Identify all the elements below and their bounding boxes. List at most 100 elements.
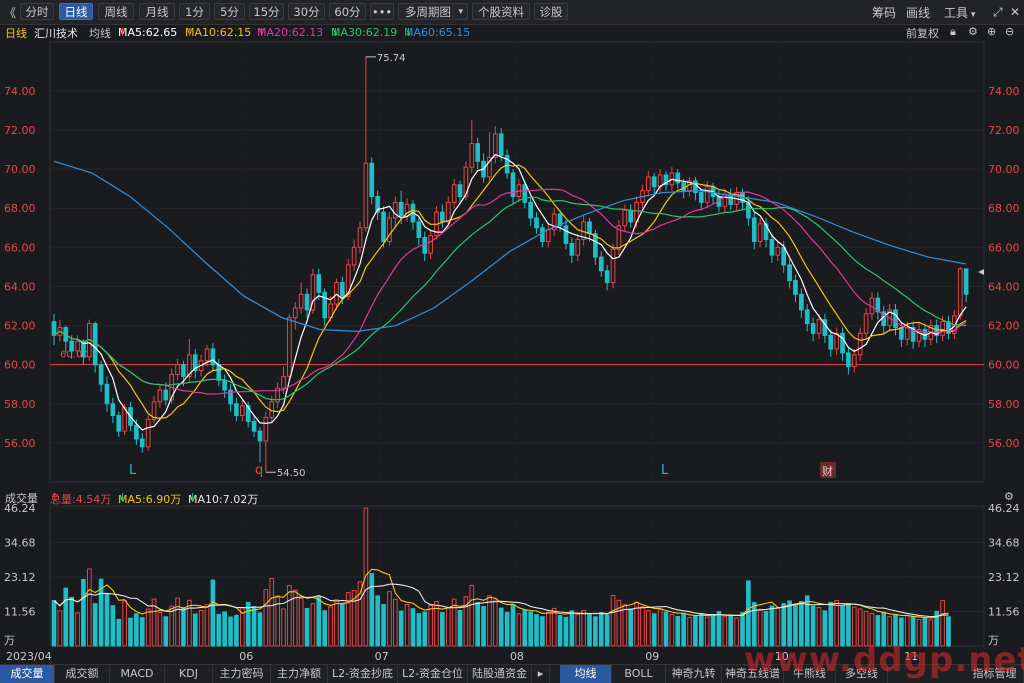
price-tick-label-left: 56.00 [4, 437, 36, 450]
arrow-down-icon: ↓ [118, 491, 128, 504]
volume-bar [657, 609, 663, 647]
tab-l2-position[interactable]: L2-资金仓位 [398, 665, 468, 683]
candle-body [469, 143, 475, 168]
candle-body [416, 221, 422, 239]
volume-bar [216, 613, 222, 647]
tab-macd[interactable]: MACD [110, 665, 165, 683]
price-panel-frame [49, 41, 985, 483]
volume-bar [369, 572, 375, 647]
candle-body [957, 268, 963, 317]
candle-body [587, 221, 592, 235]
volume-bar [551, 607, 557, 647]
candle-body [175, 364, 180, 375]
candle-body [793, 280, 798, 295]
volume-bar [569, 610, 575, 647]
event-marker: L [129, 463, 137, 478]
volume-bar [81, 578, 86, 647]
tab-northbound[interactable]: 陆股通资金 [468, 665, 532, 683]
volume-bar [628, 608, 634, 647]
tab-magic-nine[interactable]: 神奇九转 [666, 665, 722, 683]
volume-bar [298, 598, 304, 647]
price-tick-label-right: 70.00 [988, 163, 1020, 176]
arrow-up-icon: ↑ [50, 491, 60, 504]
volume-bar [375, 595, 380, 647]
volume-bar [63, 587, 69, 647]
volume-ma5-text: MA5:6.90万 [118, 493, 182, 506]
volume-bar [404, 604, 410, 647]
volume-bar [128, 617, 133, 647]
high-price-label: 75.74 [377, 53, 406, 64]
volume-bar [545, 611, 551, 647]
candle-body [387, 217, 392, 242]
volume-bar [445, 607, 451, 647]
candle-body [104, 383, 110, 405]
volume-bar [734, 617, 739, 647]
volume-bar [204, 604, 210, 647]
candle-body [145, 418, 151, 448]
candle-body [281, 375, 286, 389]
price-tick-label-right: 56.00 [988, 437, 1020, 450]
tab-main-force-code[interactable]: 主力密码 [213, 665, 271, 683]
volume-bar [487, 595, 492, 647]
candle-body [110, 403, 116, 417]
settings-icon[interactable]: ⚙︎ [1004, 490, 1014, 503]
volume-bar [804, 595, 810, 647]
candle-body [757, 223, 763, 242]
price-tick-label-right: 68.00 [988, 202, 1020, 215]
candle-body [304, 293, 310, 311]
volume-bar [234, 614, 239, 647]
volume-bar [257, 612, 263, 647]
current-price-pointer [978, 269, 984, 275]
volume-bar [481, 606, 486, 647]
volume-bar [504, 611, 510, 647]
tab-kdj[interactable]: KDJ [165, 665, 213, 683]
volume-bar [322, 610, 328, 647]
candle-body [851, 354, 857, 368]
candle-body [239, 405, 245, 417]
volume-bar [57, 610, 63, 647]
volume-bar [675, 615, 681, 647]
volume-title: 成交量 [5, 492, 38, 505]
volume-bar [528, 611, 533, 647]
tab-ma[interactable]: 均线 [560, 665, 612, 683]
volume-bar [622, 604, 628, 647]
kline-chart[interactable]: 74.00 74.00 72.00 72.00 70.00 70.00 68.00 68.00… [0, 0, 1024, 682]
volume-bar [263, 589, 269, 647]
candle-body [698, 192, 704, 203]
candle-body [316, 274, 322, 293]
price-tick-label-right: 64.00 [988, 280, 1020, 293]
candle-body [251, 420, 257, 432]
price-tick-label-left: 60.00 [4, 359, 36, 372]
candle-body [369, 162, 375, 197]
tab-volume[interactable]: 成交量 [0, 665, 55, 683]
volume-bar [187, 599, 192, 647]
volume-bar [457, 609, 463, 647]
volume-bar [722, 616, 728, 647]
tab-turnover[interactable]: 成交额 [55, 665, 110, 683]
volume-bar [428, 604, 433, 647]
candle-body [134, 424, 139, 440]
candle-body [540, 227, 545, 242]
candle-body [428, 235, 433, 254]
candle-body [222, 379, 227, 391]
volume-bar [593, 616, 598, 647]
tab-main-force-net[interactable]: 主力净额 [271, 665, 328, 683]
candle-body [504, 154, 510, 174]
volume-bar [651, 613, 657, 647]
volume-bar [728, 614, 734, 647]
volume-tick-label-left: 34.68 [4, 537, 36, 550]
candle-body [528, 201, 533, 219]
volume-bar [510, 604, 516, 647]
volume-bar [269, 578, 275, 647]
tab-boll[interactable]: BOLL [612, 665, 666, 683]
volume-bar [340, 603, 345, 647]
volume-tick-label-right: 23.12 [988, 571, 1020, 584]
scroll-right-icon[interactable]: ▸ [532, 665, 550, 683]
low-price-label: 54.50 [277, 468, 306, 479]
ma5-line [53, 153, 967, 431]
candle-body [351, 246, 357, 266]
candle-body [628, 209, 634, 223]
price-tick-label-left: 58.00 [4, 398, 36, 411]
tab-l2-bottom-fishing[interactable]: L2-资金抄底 [328, 665, 398, 683]
event-marker: L [661, 463, 669, 478]
